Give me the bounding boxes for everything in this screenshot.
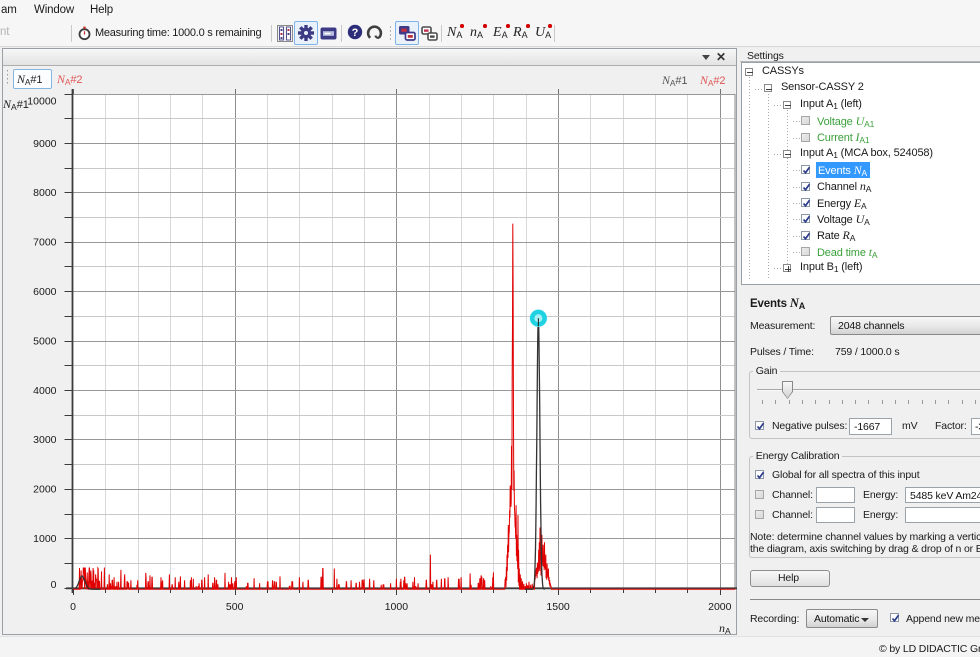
svg-text:10000: 10000: [27, 95, 56, 107]
svg-text:8000: 8000: [33, 187, 57, 199]
svg-text:7000: 7000: [33, 237, 57, 249]
svg-text:9000: 9000: [33, 138, 57, 150]
svg-text:0: 0: [51, 579, 57, 591]
svg-text:1000: 1000: [33, 533, 57, 545]
svg-text:1000: 1000: [385, 601, 409, 613]
svg-text:2000: 2000: [33, 484, 57, 496]
svg-text:2000: 2000: [708, 601, 732, 613]
svg-text:0: 0: [70, 601, 76, 613]
svg-text:500: 500: [226, 601, 244, 613]
svg-text:1500: 1500: [546, 601, 570, 613]
svg-text:6000: 6000: [33, 286, 57, 298]
svg-text:3000: 3000: [33, 434, 57, 446]
svg-text:NA#1: NA#1: [2, 97, 29, 112]
svg-text:nA: nA: [719, 621, 731, 636]
svg-text:5000: 5000: [33, 335, 57, 347]
svg-text:4000: 4000: [33, 385, 57, 397]
